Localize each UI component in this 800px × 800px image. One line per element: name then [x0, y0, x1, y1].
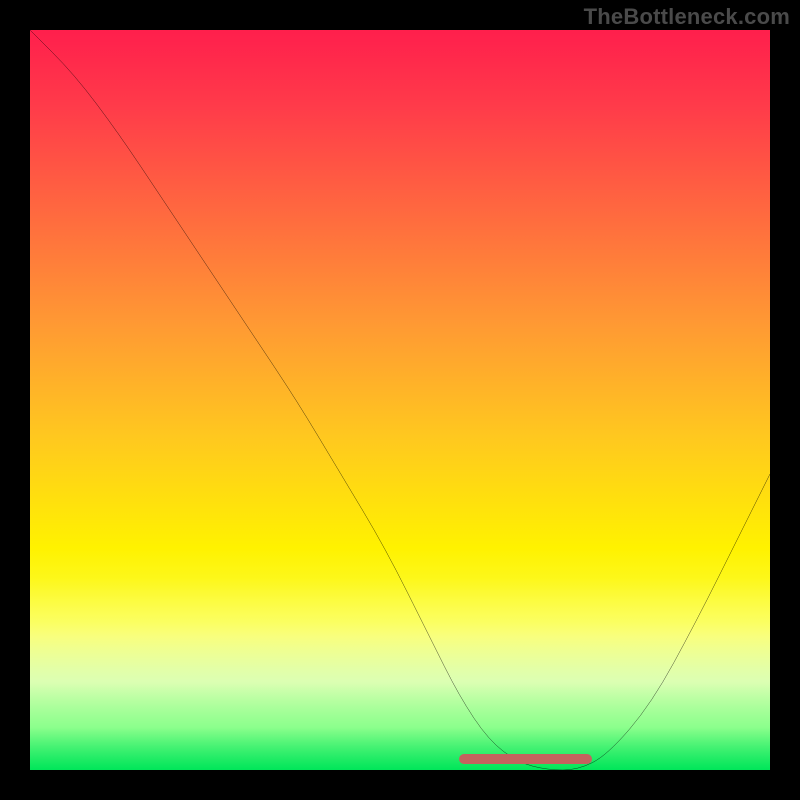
bottleneck-curve — [30, 30, 770, 770]
curve-path — [30, 30, 770, 770]
watermark-label: TheBottleneck.com — [584, 4, 790, 30]
plot-area — [30, 30, 770, 770]
chart-frame: TheBottleneck.com — [0, 0, 800, 800]
optimal-range-marker — [459, 754, 592, 764]
